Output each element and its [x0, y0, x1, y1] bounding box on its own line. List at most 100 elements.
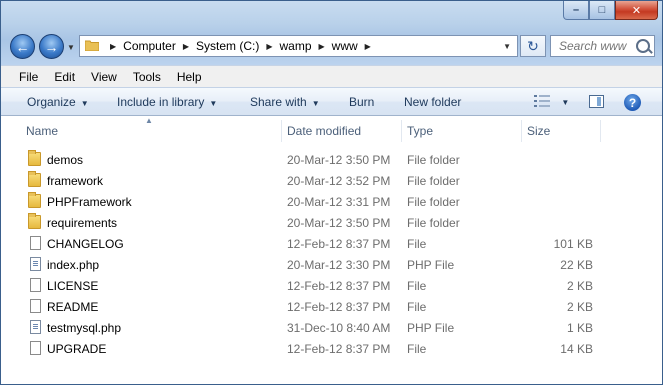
file-type: File	[407, 300, 427, 314]
folder-icon	[28, 192, 41, 208]
breadcrumb-www[interactable]: www ▶	[332, 39, 378, 53]
file-name: testmysql.php	[47, 321, 122, 335]
arrow-left-icon: ←	[15, 38, 30, 55]
file-date: 20-Mar-12 3:50 PM	[287, 153, 391, 167]
file-type: File	[407, 237, 427, 251]
file-name: README	[47, 300, 99, 314]
burn-label: Burn	[349, 95, 375, 109]
column-header: ▲ Name Date modified Type Size	[1, 116, 662, 144]
share-with-label: Share with	[250, 95, 307, 109]
file-row[interactable]: demos 20-Mar-12 3:50 PM File folder	[1, 149, 662, 170]
chevron-down-icon: ▼	[80, 99, 89, 108]
menu-bar: File Edit View Tools Help	[1, 65, 662, 88]
file-icon	[30, 341, 41, 355]
folder-icon	[28, 150, 41, 166]
file-date: 20-Mar-12 3:31 PM	[287, 195, 391, 209]
search-input[interactable]	[557, 38, 641, 54]
search-box[interactable]	[550, 35, 655, 57]
file-type: File	[407, 342, 427, 356]
explorer-window: – □ ✕ ← → ▼ ▶ Computer ▶ System (C:) ▶ wam…	[0, 0, 663, 385]
breadcrumb-system-c[interactable]: System (C:) ▶	[196, 39, 280, 53]
window-frame: – □ ✕ ← → ▼ ▶ Computer ▶ System (C:) ▶ wam…	[1, 1, 662, 65]
include-in-library-button[interactable]: Include in library ▼	[117, 95, 217, 109]
preview-pane-button[interactable]	[589, 95, 604, 108]
file-type: File folder	[407, 195, 460, 209]
file-list: ▲ Name Date modified Type Size demos 20-…	[1, 116, 662, 384]
forward-button[interactable]: →	[39, 34, 64, 59]
file-type: File folder	[407, 153, 460, 167]
back-button[interactable]: ←	[10, 34, 35, 59]
file-row[interactable]: PHPFramework 20-Mar-12 3:31 PM File fold…	[1, 191, 662, 212]
menu-view[interactable]: View	[83, 70, 125, 84]
file-name: requirements	[47, 216, 118, 230]
file-type: PHP File	[407, 321, 455, 335]
file-type: File	[407, 279, 427, 293]
file-type: File folder	[407, 216, 460, 230]
burn-button[interactable]: Burn	[349, 95, 374, 109]
column-type[interactable]: Type	[407, 124, 433, 138]
file-size: 2 KB	[566, 279, 593, 293]
file-name: CHANGELOG	[47, 237, 124, 251]
close-button[interactable]: ✕	[615, 1, 658, 20]
new-folder-label: New folder	[404, 95, 462, 109]
column-size[interactable]: Size	[527, 124, 550, 138]
help-button[interactable]: ?	[624, 94, 641, 111]
column-divider[interactable]	[521, 120, 522, 142]
menu-file[interactable]: File	[1, 70, 46, 84]
file-date: 20-Mar-12 3:30 PM	[287, 258, 391, 272]
breadcrumb-separator[interactable]: ▶	[103, 42, 123, 51]
file-date: 12-Feb-12 8:37 PM	[287, 237, 391, 251]
column-date-modified[interactable]: Date modified	[287, 124, 361, 138]
file-row[interactable]: requirements 20-Mar-12 3:50 PM File fold…	[1, 212, 662, 233]
column-divider[interactable]	[281, 120, 282, 142]
minimize-button[interactable]: –	[563, 1, 589, 20]
file-name: UPGRADE	[47, 342, 107, 356]
new-folder-button[interactable]: New folder	[404, 95, 461, 109]
file-name: LICENSE	[47, 279, 99, 293]
help-icon: ?	[628, 95, 637, 110]
file-icon	[30, 299, 41, 313]
address-bar[interactable]: ▶ Computer ▶ System (C:) ▶ wamp ▶ www ▶ ▼	[79, 35, 518, 57]
details-view-icon	[534, 95, 550, 107]
file-row[interactable]: LICENSE 12-Feb-12 8:37 PM File 2 KB	[1, 275, 662, 296]
caption-buttons: – □ ✕	[563, 1, 658, 20]
sort-ascending-icon: ▲	[145, 116, 153, 125]
file-row[interactable]: framework 20-Mar-12 3:52 PM File folder	[1, 170, 662, 191]
file-row[interactable]: README 12-Feb-12 8:37 PM File 2 KB	[1, 296, 662, 317]
change-view-button[interactable]: ▼	[534, 95, 569, 110]
breadcrumb-wamp[interactable]: wamp ▶	[280, 39, 332, 53]
file-row[interactable]: index.php 20-Mar-12 3:30 PM PHP File 22 …	[1, 254, 662, 275]
menu-help[interactable]: Help	[169, 70, 210, 84]
file-rows: demos 20-Mar-12 3:50 PM File folder fram…	[1, 149, 662, 359]
php-file-icon	[30, 257, 41, 271]
file-date: 12-Feb-12 8:37 PM	[287, 342, 391, 356]
share-with-button[interactable]: Share with ▼	[250, 95, 320, 109]
recent-pages-dropdown[interactable]: ▼	[67, 43, 75, 52]
chevron-down-icon: ▼	[209, 99, 218, 108]
file-row[interactable]: UPGRADE 12-Feb-12 8:37 PM File 14 KB	[1, 338, 662, 359]
file-date: 31-Dec-10 8:40 AM	[287, 321, 391, 335]
chevron-down-icon: ▼	[311, 99, 320, 108]
file-size: 1 KB	[566, 321, 593, 335]
file-row[interactable]: CHANGELOG 12-Feb-12 8:37 PM File 101 KB	[1, 233, 662, 254]
refresh-button[interactable]: ↻	[520, 35, 546, 57]
folder-icon	[84, 39, 100, 54]
menu-tools[interactable]: Tools	[125, 70, 169, 84]
file-name: index.php	[47, 258, 100, 272]
file-row[interactable]: testmysql.php 31-Dec-10 8:40 AM PHP File…	[1, 317, 662, 338]
file-name: demos	[47, 153, 84, 167]
column-divider[interactable]	[600, 120, 601, 142]
menu-edit[interactable]: Edit	[46, 70, 83, 84]
file-date: 12-Feb-12 8:37 PM	[287, 279, 391, 293]
file-date: 20-Mar-12 3:52 PM	[287, 174, 391, 188]
address-dropdown[interactable]: ▼	[503, 42, 511, 51]
organize-button[interactable]: Organize ▼	[27, 95, 89, 109]
column-divider[interactable]	[401, 120, 402, 142]
file-date: 20-Mar-12 3:50 PM	[287, 216, 391, 230]
file-size: 101 KB	[553, 237, 593, 251]
file-icon	[30, 236, 41, 250]
folder-icon	[28, 171, 41, 187]
breadcrumb-computer[interactable]: Computer ▶	[123, 39, 196, 53]
column-name[interactable]: Name	[26, 124, 58, 138]
maximize-button[interactable]: □	[589, 1, 615, 20]
